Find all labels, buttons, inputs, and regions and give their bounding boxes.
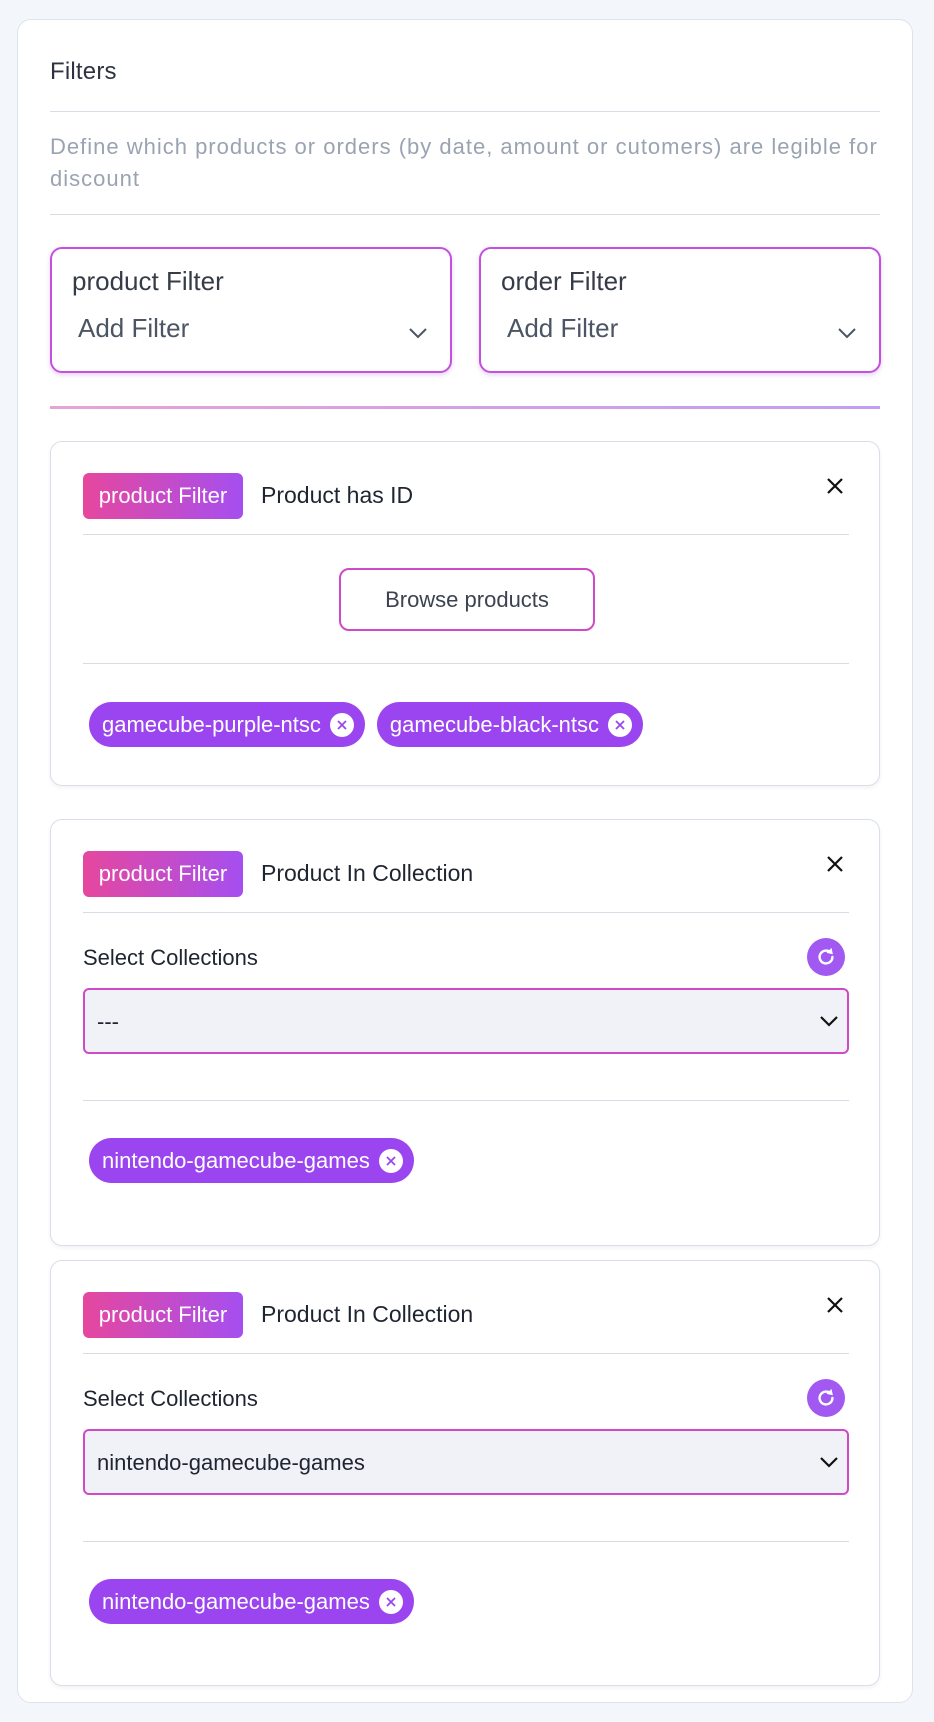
collection-chip: nintendo-gamecube-games: [89, 1579, 414, 1624]
divider: [83, 912, 849, 913]
refresh-icon[interactable]: [807, 1379, 845, 1417]
collections-select[interactable]: ---: [83, 988, 849, 1054]
filters-panel: Filters Define which products or orders …: [17, 19, 913, 1703]
filter-card-collection: product Filter Product In Collection Sel…: [50, 1260, 880, 1686]
chevron-down-icon: [820, 1016, 838, 1027]
filter-card-collection: product Filter Product In Collection Sel…: [50, 819, 880, 1246]
collections-select-value: nintendo-gamecube-games: [97, 1450, 365, 1475]
divider: [83, 663, 849, 664]
remove-chip-icon[interactable]: [378, 1148, 403, 1173]
divider: [83, 1353, 849, 1354]
close-icon[interactable]: [825, 1295, 845, 1315]
chevron-down-icon: [820, 1457, 838, 1468]
remove-chip-icon[interactable]: [378, 1589, 403, 1614]
close-icon[interactable]: [825, 476, 845, 496]
selected-collections: nintendo-gamecube-games: [89, 1138, 414, 1183]
collections-select-value: ---: [97, 1009, 119, 1034]
chip-label: gamecube-black-ntsc: [389, 711, 600, 737]
divider: [83, 534, 849, 535]
filter-card-title: Product has ID: [261, 482, 414, 508]
remove-chip-icon[interactable]: [329, 712, 354, 737]
product-chip: gamecube-black-ntsc: [376, 702, 644, 747]
chip-label: nintendo-gamecube-games: [102, 1588, 370, 1614]
product-chip: gamecube-purple-ntsc: [89, 702, 365, 747]
select-collections-label: Select Collections: [83, 945, 258, 970]
collections-select[interactable]: nintendo-gamecube-games: [83, 1429, 849, 1495]
chip-label: gamecube-purple-ntsc: [102, 711, 321, 737]
filter-type-badge: product Filter: [83, 1292, 243, 1338]
divider: [83, 1100, 849, 1101]
selected-collections: nintendo-gamecube-games: [89, 1579, 414, 1624]
browse-products-button[interactable]: Browse products: [339, 568, 595, 631]
chevron-down-icon: [838, 328, 856, 339]
chip-label: nintendo-gamecube-games: [102, 1147, 370, 1173]
order-filter-placeholder: Add Filter: [507, 313, 619, 343]
product-filter-label: product Filter: [72, 266, 224, 296]
panel-description: Define which products or orders (by date…: [50, 134, 878, 191]
divider: [50, 214, 880, 215]
divider: [83, 1541, 849, 1542]
close-icon[interactable]: [825, 854, 845, 874]
refresh-icon[interactable]: [807, 938, 845, 976]
filter-card-title: Product In Collection: [261, 860, 474, 886]
filter-type-badge: product Filter: [83, 473, 243, 519]
product-filter-select[interactable]: product Filter Add Filter: [50, 247, 452, 373]
chevron-down-icon: [409, 328, 427, 339]
selected-products: gamecube-purple-ntsc gamecube-black-ntsc: [89, 702, 644, 747]
collection-chip: nintendo-gamecube-games: [89, 1138, 414, 1183]
order-filter-select[interactable]: order Filter Add Filter: [479, 247, 881, 373]
filter-card-product-id: product Filter Product has ID Browse pro…: [50, 441, 880, 786]
panel-title: Filters: [50, 58, 117, 85]
select-collections-label: Select Collections: [83, 1386, 258, 1411]
divider: [50, 111, 880, 112]
product-filter-placeholder: Add Filter: [78, 313, 190, 343]
section-divider: [50, 406, 880, 409]
remove-chip-icon[interactable]: [608, 712, 633, 737]
order-filter-label: order Filter: [501, 266, 627, 296]
filter-type-badge: product Filter: [83, 851, 243, 897]
filter-card-title: Product In Collection: [261, 1301, 474, 1327]
